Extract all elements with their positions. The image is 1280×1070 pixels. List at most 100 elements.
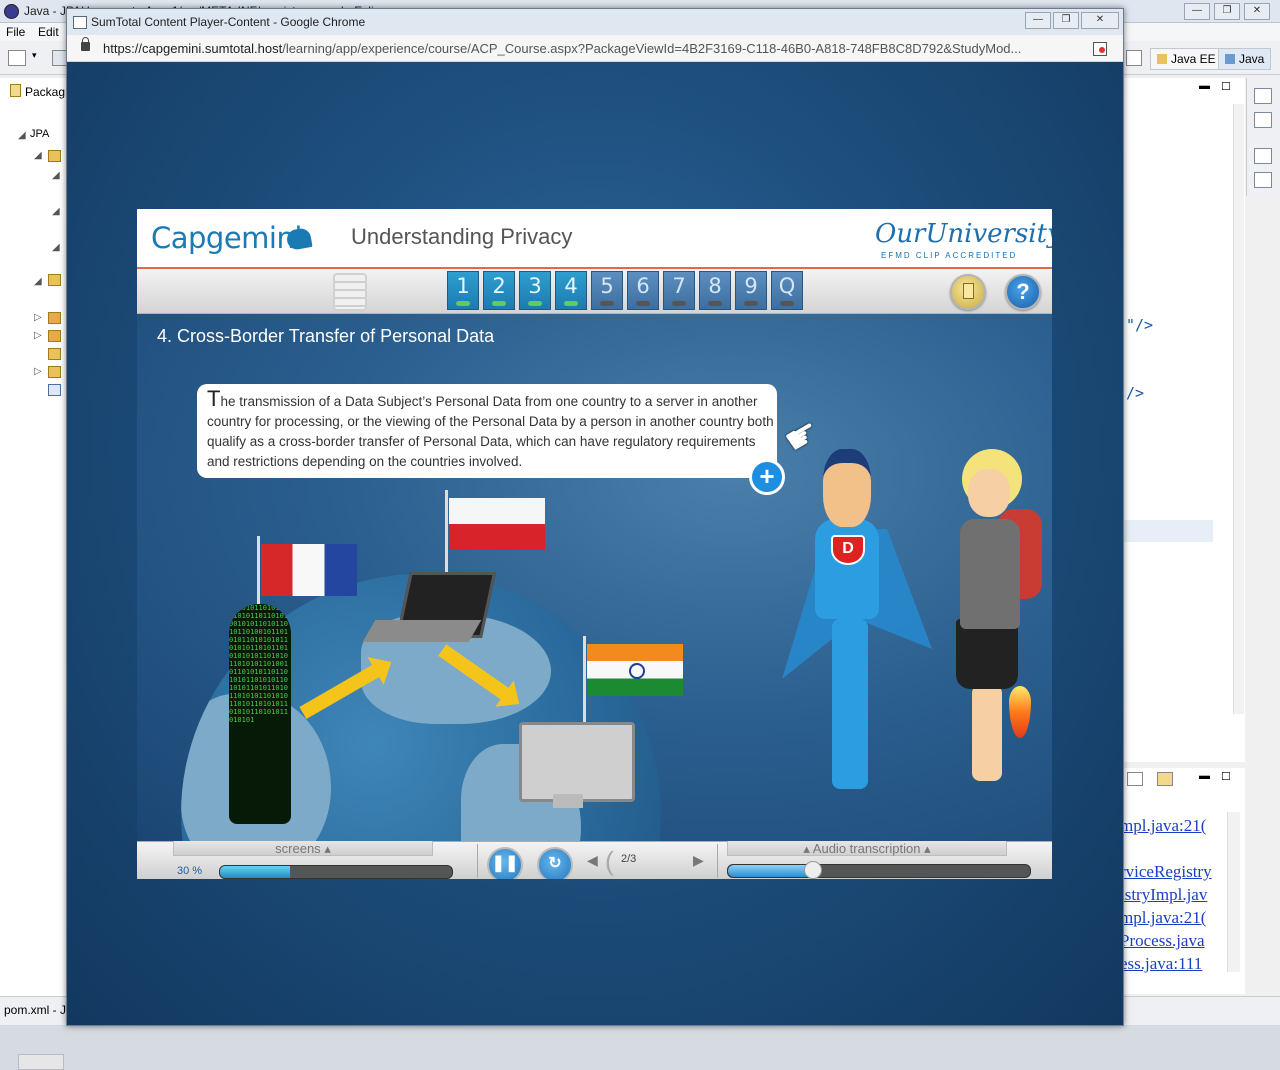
package-explorer-label: Packag	[25, 85, 66, 99]
poland-flag	[445, 490, 545, 580]
help-button[interactable]: ?	[1005, 274, 1041, 310]
restore-icon[interactable]	[1254, 88, 1272, 104]
address-bar[interactable]: https://capgemini.sumtotal.host/learning…	[67, 35, 1123, 62]
chapter-button-8[interactable]: 8	[699, 271, 731, 310]
hero-head	[823, 449, 871, 527]
open-console-icon[interactable]	[1157, 772, 1173, 786]
tree-project-node[interactable]: JPA	[30, 128, 49, 140]
chevron-up-icon: ▴	[924, 841, 931, 856]
expand-plus-icon[interactable]: +	[749, 459, 785, 495]
tree-toggle-icon[interactable]: ◢	[18, 130, 26, 141]
tree-toggle-icon[interactable]: ◢	[52, 206, 60, 217]
audio-transcription-tab[interactable]: ▴ Audio transcription ▴	[727, 841, 1007, 856]
screens-panel-tab[interactable]: screens ▴	[173, 841, 433, 856]
chapter-button-1[interactable]: 1	[447, 271, 479, 310]
chapter-button-7[interactable]: 7	[663, 271, 695, 310]
view-maximize-icon[interactable]: ☐	[1221, 770, 1231, 783]
chapter-button-6[interactable]: 6	[627, 271, 659, 310]
menu-edit[interactable]: Edit	[38, 25, 59, 39]
chapter-button-9[interactable]: 9	[735, 271, 767, 310]
close-icon[interactable]: ✕	[1081, 12, 1119, 29]
minimize-icon[interactable]: —	[1184, 3, 1210, 20]
slide-title: 4. Cross-Border Transfer of Personal Dat…	[157, 326, 495, 346]
maximize-icon[interactable]: ❐	[1053, 12, 1079, 29]
vertical-scrollbar[interactable]	[1227, 812, 1240, 972]
chapter-button-3[interactable]: 3	[519, 271, 551, 310]
popup-blocked-icon[interactable]	[1093, 42, 1107, 56]
vertical-scrollbar[interactable]	[1233, 104, 1244, 714]
player-header: Capgemini Understanding Privacy OurUnive…	[137, 209, 1052, 269]
replay-button[interactable]: ↻	[537, 847, 573, 879]
audio-volume-slider[interactable]	[727, 864, 1031, 878]
chapter-label: 8	[708, 274, 722, 298]
pause-button[interactable]: ❚❚	[487, 847, 523, 879]
chapter-label: 6	[636, 274, 650, 298]
tree-toggle-icon[interactable]: ◢	[34, 276, 42, 287]
chapter-complete-indicator	[564, 301, 578, 306]
view-minimize-icon[interactable]: ▬	[1199, 770, 1210, 782]
stack-trace-link[interactable]: mpl.java:21(	[1120, 816, 1206, 836]
chapter-label: 4	[564, 274, 578, 298]
chapter-label: 5	[600, 274, 614, 298]
package-explorer-tab[interactable]: Packag	[10, 84, 65, 99]
view-maximize-icon[interactable]: ☐	[1221, 80, 1231, 93]
audio-slider-handle[interactable]	[804, 861, 822, 879]
outline-icon[interactable]	[1254, 112, 1272, 128]
traveler-face	[968, 469, 1010, 517]
chrome-window: SumTotal Content Player-Content - Google…	[66, 8, 1124, 1026]
hero-emblem: D	[831, 535, 865, 565]
chapter-button-2[interactable]: 2	[483, 271, 515, 310]
lock-icon[interactable]	[81, 37, 90, 51]
progress-fill	[220, 866, 290, 878]
hero-body	[815, 519, 879, 619]
dropdown-icon[interactable]: ▾	[32, 50, 42, 64]
close-icon[interactable]: ✕	[1244, 3, 1270, 20]
perspective-java-ee[interactable]: Java EE	[1150, 48, 1223, 70]
horizontal-scrollbar[interactable]	[18, 1054, 64, 1070]
tree-toggle-icon[interactable]: ◢	[34, 150, 42, 161]
stack-trace-link[interactable]: ess.java:111	[1120, 954, 1202, 974]
minimize-icon[interactable]: —	[1025, 12, 1051, 29]
traveler-legs	[972, 685, 1002, 781]
chapter-incomplete-indicator	[600, 301, 614, 306]
stack-trace-link[interactable]: istryImpl.jav	[1120, 885, 1207, 905]
france-flag	[257, 536, 357, 626]
laptop-keyboard	[362, 620, 482, 642]
new-file-icon[interactable]	[8, 50, 26, 66]
course-title: Understanding Privacy	[351, 224, 573, 249]
our-university-subtitle: EFMD CLIP ACCREDITED	[881, 251, 1018, 260]
restore-icon[interactable]	[1254, 148, 1272, 164]
menu-file[interactable]: File	[6, 25, 25, 39]
chapter-button-q[interactable]: Q	[771, 271, 803, 310]
package-explorer: Packag ◢ JPA ◢ ◢ ◢ ◢ ◢ ▷ ▷ ▷	[0, 78, 67, 1070]
task-list-icon[interactable]	[1254, 172, 1272, 188]
chapter-button-4[interactable]: 4	[555, 271, 587, 310]
next-page-icon[interactable]: ▶	[693, 852, 704, 869]
menu-icon[interactable]	[333, 273, 367, 311]
stack-trace-link[interactable]: rviceRegistry	[1120, 862, 1212, 882]
tree-toggle-icon[interactable]: ▷	[34, 366, 42, 377]
tree-toggle-icon[interactable]: ◢	[52, 170, 60, 181]
java-ee-icon	[1157, 54, 1167, 64]
console-icon[interactable]	[1127, 772, 1143, 786]
open-perspective-icon[interactable]	[1126, 50, 1142, 66]
url-text[interactable]: https://capgemini.sumtotal.host/learning…	[103, 41, 1083, 56]
perspective-java[interactable]: Java	[1218, 48, 1272, 70]
previous-page-icon[interactable]: ◀	[587, 852, 598, 869]
current-line-highlight	[1123, 520, 1213, 542]
hero-legs	[832, 619, 868, 789]
tree-toggle-icon[interactable]: ◢	[52, 242, 60, 253]
glossary-button[interactable]	[950, 274, 986, 310]
chapter-complete-indicator	[492, 301, 506, 306]
chapter-button-5[interactable]: 5	[591, 271, 623, 310]
view-minimize-icon[interactable]: ▬	[1199, 80, 1210, 92]
tree-toggle-icon[interactable]: ▷	[34, 312, 42, 323]
stack-trace-link[interactable]: Process.java	[1120, 931, 1205, 951]
stack-trace-link[interactable]: mpl.java:21(	[1120, 908, 1206, 928]
maximize-icon[interactable]: ❐	[1214, 3, 1240, 20]
chapter-incomplete-indicator	[708, 301, 722, 306]
page-bracket: (	[605, 846, 614, 876]
package-icon	[10, 84, 21, 97]
flag-pole	[445, 490, 448, 580]
tree-toggle-icon[interactable]: ▷	[34, 330, 42, 341]
